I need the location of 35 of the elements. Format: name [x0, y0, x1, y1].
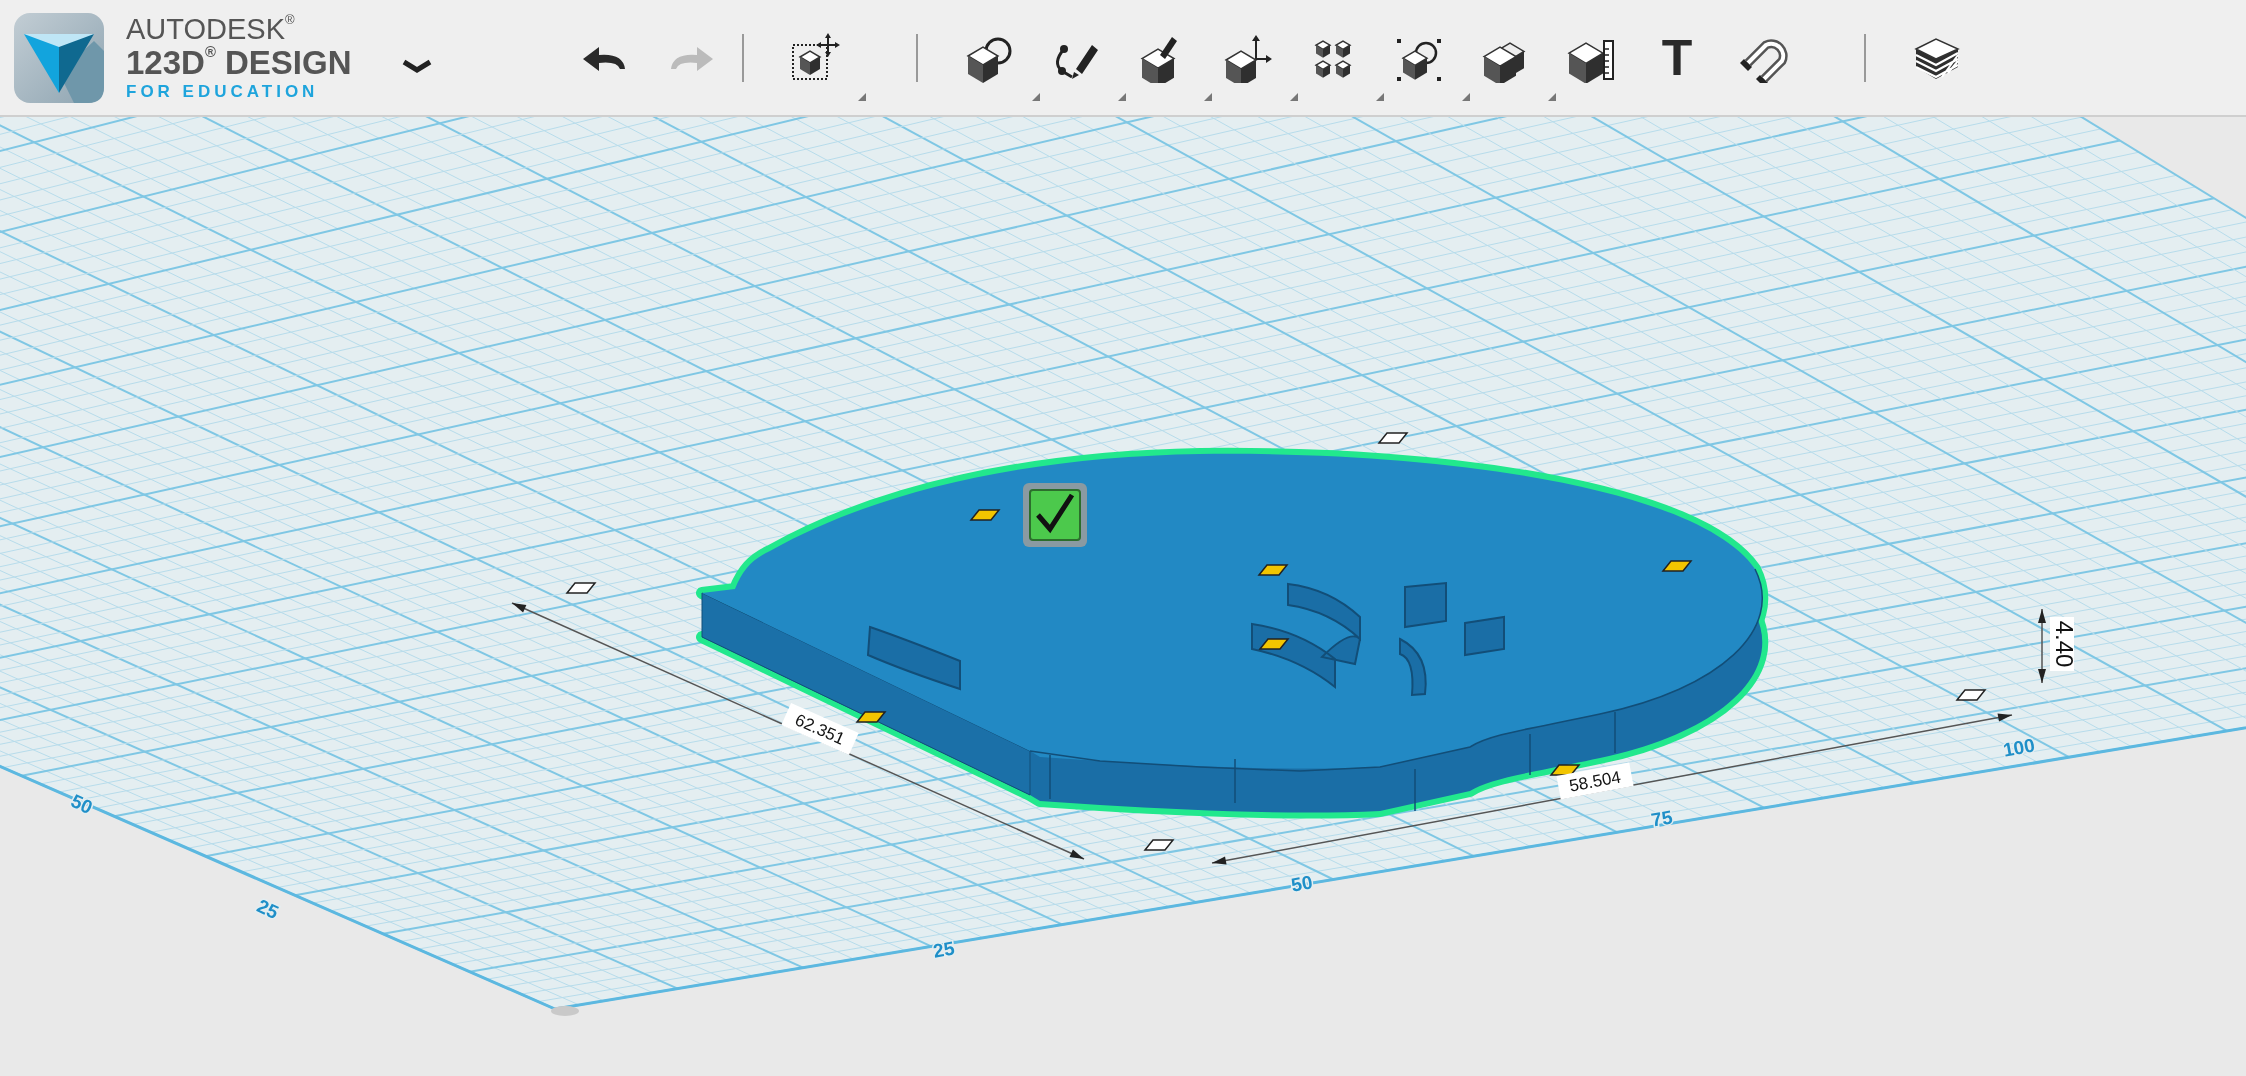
snap-point-handle[interactable]	[969, 509, 1001, 521]
snap-point-handle[interactable]	[855, 711, 887, 723]
dropdown-corner-icon[interactable]	[1290, 92, 1298, 101]
dropdown-corner-icon[interactable]	[1376, 92, 1384, 101]
dropdown-corner-icon[interactable]	[1032, 92, 1040, 101]
brand-text: AUTODESK$^{®}$	[126, 12, 296, 45]
text-tool-button[interactable]: T	[1642, 14, 1712, 101]
dropdown-corner-icon[interactable]	[1118, 92, 1126, 101]
resize-handle[interactable]	[1955, 689, 1987, 701]
edition-text: FOR EDUCATION	[126, 80, 320, 103]
dropdown-corner-icon[interactable]	[1548, 92, 1556, 101]
resize-handle[interactable]	[565, 582, 597, 594]
snap-point-handle[interactable]	[1258, 638, 1290, 650]
confirm-button[interactable]	[1023, 483, 1087, 547]
axis-label: 50	[1289, 871, 1315, 896]
snap-point-handle[interactable]	[1661, 560, 1693, 572]
dropdown-corner-icon[interactable]	[858, 92, 866, 101]
axis-label: 25	[931, 937, 957, 962]
dimension-label[interactable]: 58.504	[1556, 762, 1634, 800]
resize-handle[interactable]	[1377, 432, 1409, 444]
axis-label: 50	[67, 790, 96, 819]
dropdown-corner-icon[interactable]	[1204, 92, 1212, 101]
snap-point-handle[interactable]	[1257, 564, 1289, 576]
axis-label: 100	[2001, 734, 2037, 761]
axis-label: 75	[1649, 806, 1675, 831]
resize-handle[interactable]	[1143, 839, 1175, 851]
axis-label: 25	[253, 895, 282, 924]
clip-drawing[interactable]	[867, 626, 961, 690]
product-name: 123D$^{®}$ DESIGN	[126, 44, 353, 81]
app-logo-icon	[14, 12, 104, 103]
dotted-cube-arrows-icon	[790, 32, 840, 83]
clip-drawing[interactable]	[1251, 583, 1361, 688]
dropdown-corner-icon[interactable]	[1462, 92, 1470, 101]
origin-marker	[551, 1006, 579, 1016]
clip-drawing[interactable]	[1399, 582, 1505, 696]
